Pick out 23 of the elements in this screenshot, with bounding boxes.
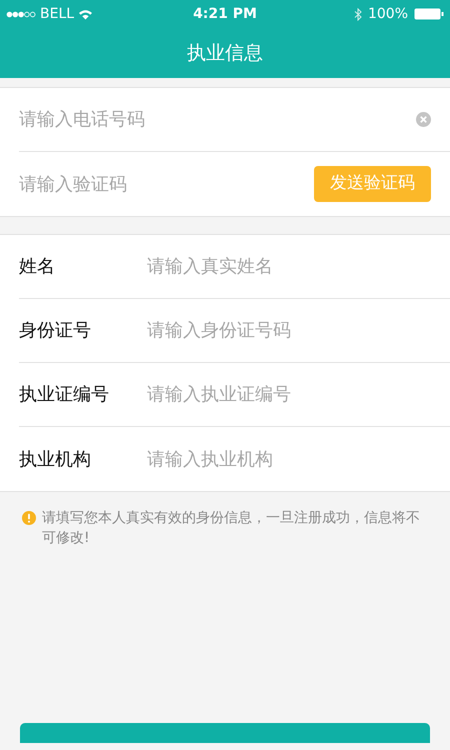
text-field[interactable]: 请输入执业机构: [147, 446, 431, 472]
battery-percent: 100%: [368, 4, 408, 24]
field-label: 身份证号: [19, 319, 92, 343]
code-field[interactable]: 请输入验证码: [19, 170, 314, 198]
signal-icon: [6, 10, 36, 18]
status-time: 4:21 PM: [193, 4, 257, 24]
wifi-icon: [78, 8, 94, 20]
clear-icon[interactable]: [416, 112, 431, 127]
field-label: 姓名: [19, 255, 56, 279]
battery-icon: [414, 8, 444, 20]
page-title: 执业信息: [187, 40, 263, 66]
text-field[interactable]: 请输入真实姓名: [147, 253, 431, 280]
phone-field[interactable]: 请输入电话号码: [19, 106, 416, 133]
bluetooth-icon: [354, 8, 362, 20]
text-field[interactable]: 请输入身份证号码: [147, 317, 431, 344]
text-field[interactable]: 请输入执业证编号: [147, 381, 431, 408]
notice-text: 请填写您本人真实有效的身份信息，一旦注册成功，信息将不可修改!: [42, 509, 421, 548]
field-label: 执业机构: [19, 448, 92, 472]
field-label: 执业证编号: [19, 383, 110, 407]
warning-icon: [22, 511, 36, 525]
carrier-name: BELL: [40, 4, 74, 24]
send-code-button[interactable]: 发送验证码: [314, 166, 431, 202]
next-button[interactable]: [20, 723, 430, 743]
